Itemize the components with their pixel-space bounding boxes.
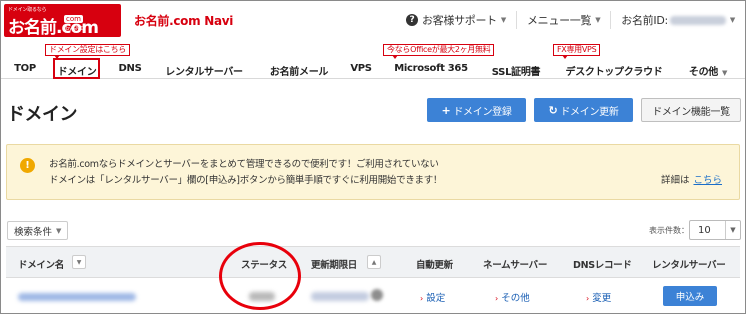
chevron-down-icon: ▼ [500,16,506,24]
main-nav: ドメイン設定はこちら 今ならOfficeが最大2ヶ月無料 FX専用VPS TOP… [1,41,745,79]
header-right-menu: ? お客様サポート ▼ メニュー一覧 ▼ お名前ID: ▼ [396,1,745,39]
col-auto-renew: 自動更新 [416,260,453,271]
col-domain-name: ドメイン名 [18,260,65,271]
nav-desktop-cloud[interactable]: デスクトップクラウド [566,63,663,78]
page-title: ドメイン [7,104,78,125]
account-id-redacted [669,15,726,25]
page-frame: ドメイン取るなら お名前.com com byGMO お名前.com Navi … [0,0,746,314]
search-conditions-label: 検索条件 [14,226,53,238]
sort-icon[interactable]: ▼ [72,255,86,269]
nav-other-label: その他 [688,67,719,78]
logo-sub: byGMO [66,26,85,32]
col-nameserver: ネームサーバー [483,260,548,271]
chevron-right-icon: › [495,294,499,303]
chevron-down-icon: ▼ [725,221,740,239]
table-row: › 設定 › その他 › 変更 申込み [6,279,740,313]
nav-top[interactable]: TOP [14,63,36,74]
per-page-select[interactable]: 10 ▼ [689,220,741,240]
question-icon: ? [405,14,418,26]
per-page-label: 表示件数： [649,226,689,235]
logo-text: お名前.com [8,18,99,38]
domain-features-label: ドメイン機能一覧 [652,106,730,118]
chevron-down-icon: ▼ [729,16,735,24]
support-menu[interactable]: ? お客様サポート ▼ [396,11,516,29]
notice-line-2: ドメインは「レンタルサーバー」欄の[申込み]ボタンから簡単手順ですぐに利用開始で… [49,175,443,186]
brand-title[interactable]: お名前.com Navi [134,12,233,29]
col-rental-server: レンタルサーバー [652,260,726,271]
notice-more: 詳細は こちら [661,172,722,186]
menu-list[interactable]: メニュー一覧 ▼ [515,11,610,29]
refresh-icon: ↻ [548,103,558,117]
info-icon: ! [20,158,35,173]
dns-change-label: 変更 [592,293,612,304]
info-notice: ! お名前.comならドメインとサーバーをまとめて管理できるので便利です！ご利用… [6,144,740,200]
chevron-right-icon: › [586,294,590,303]
account-id-label: お名前ID: [621,14,668,27]
chevron-down-icon: ▼ [56,226,62,235]
auto-renew-label: 設定 [426,293,446,304]
nav-tip-office: 今ならOfficeが最大2ヶ月無料 [383,44,495,59]
sort-icon[interactable]: ▲ [367,255,381,269]
table-header: ドメイン名 ▼ ステータス 更新期限日 ▲ 自動更新 ネームサーバー DNSレコ… [6,246,740,278]
nav-dns[interactable]: DNS [119,63,142,74]
nav-onamae-mail[interactable]: お名前メール [270,63,329,78]
nav-ssl[interactable]: SSL証明書 [492,63,541,78]
search-conditions-button[interactable]: 検索条件 ▼ [7,221,69,240]
chevron-right-icon: › [420,294,424,303]
per-page-value: 10 [698,224,711,236]
domain-features-button[interactable]: ドメイン機能一覧 [641,98,741,122]
auto-renew-link[interactable]: › 設定 [420,290,445,304]
col-expiry: 更新期限日 [311,260,358,271]
logo-badge: com [64,15,83,23]
expiry-date-redacted [311,292,369,301]
logo-tagline: ドメイン取るなら [8,7,47,13]
domain-renew-button[interactable]: ↻ ドメイン更新 [534,98,633,122]
nav-highlight-box [53,58,100,79]
rental-server-apply-button[interactable]: 申込み [663,286,717,306]
nav-microsoft365[interactable]: Microsoft 365 [394,63,468,74]
dns-change-link[interactable]: › 変更 [586,290,611,304]
onamae-logo[interactable]: ドメイン取るなら お名前.com com byGMO [4,4,121,38]
account-menu[interactable]: お名前ID: ▼ [610,11,745,29]
domain-renew-label: ドメイン更新 [560,106,619,118]
chevron-down-icon: ▼ [722,69,728,77]
menu-list-label: メニュー一覧 [526,14,592,27]
plus-icon: + [441,103,451,117]
col-dns-record: DNSレコード [573,260,632,271]
nav-vps[interactable]: VPS [350,63,372,74]
nav-tip-fx: FX専用VPS [553,44,601,59]
notice-line-1: お名前.comならドメインとサーバーをまとめて管理できるので便利です！ご利用され… [49,159,439,170]
nameserver-link[interactable]: › その他 [495,290,530,304]
nav-tip-domain: ドメイン設定はこちら [45,44,130,59]
expiry-help-icon [371,289,383,301]
domain-register-button[interactable]: + ドメイン登録 [427,98,526,122]
status-annotation-circle [219,242,301,310]
support-label: お客様サポート [421,14,497,27]
domain-name-redacted[interactable] [18,293,136,301]
nav-other[interactable]: その他 ▼ [688,63,728,78]
nameserver-label: その他 [501,293,530,304]
top-header: ドメイン取るなら お名前.com com byGMO お名前.com Navi … [1,1,745,41]
nav-rental-server[interactable]: レンタルサーバー [165,63,243,78]
domain-register-label: ドメイン登録 [453,106,512,118]
notice-more-label: 詳細は [660,175,690,186]
chevron-down-icon: ▼ [595,16,601,24]
notice-more-link[interactable]: こちら [693,175,722,186]
